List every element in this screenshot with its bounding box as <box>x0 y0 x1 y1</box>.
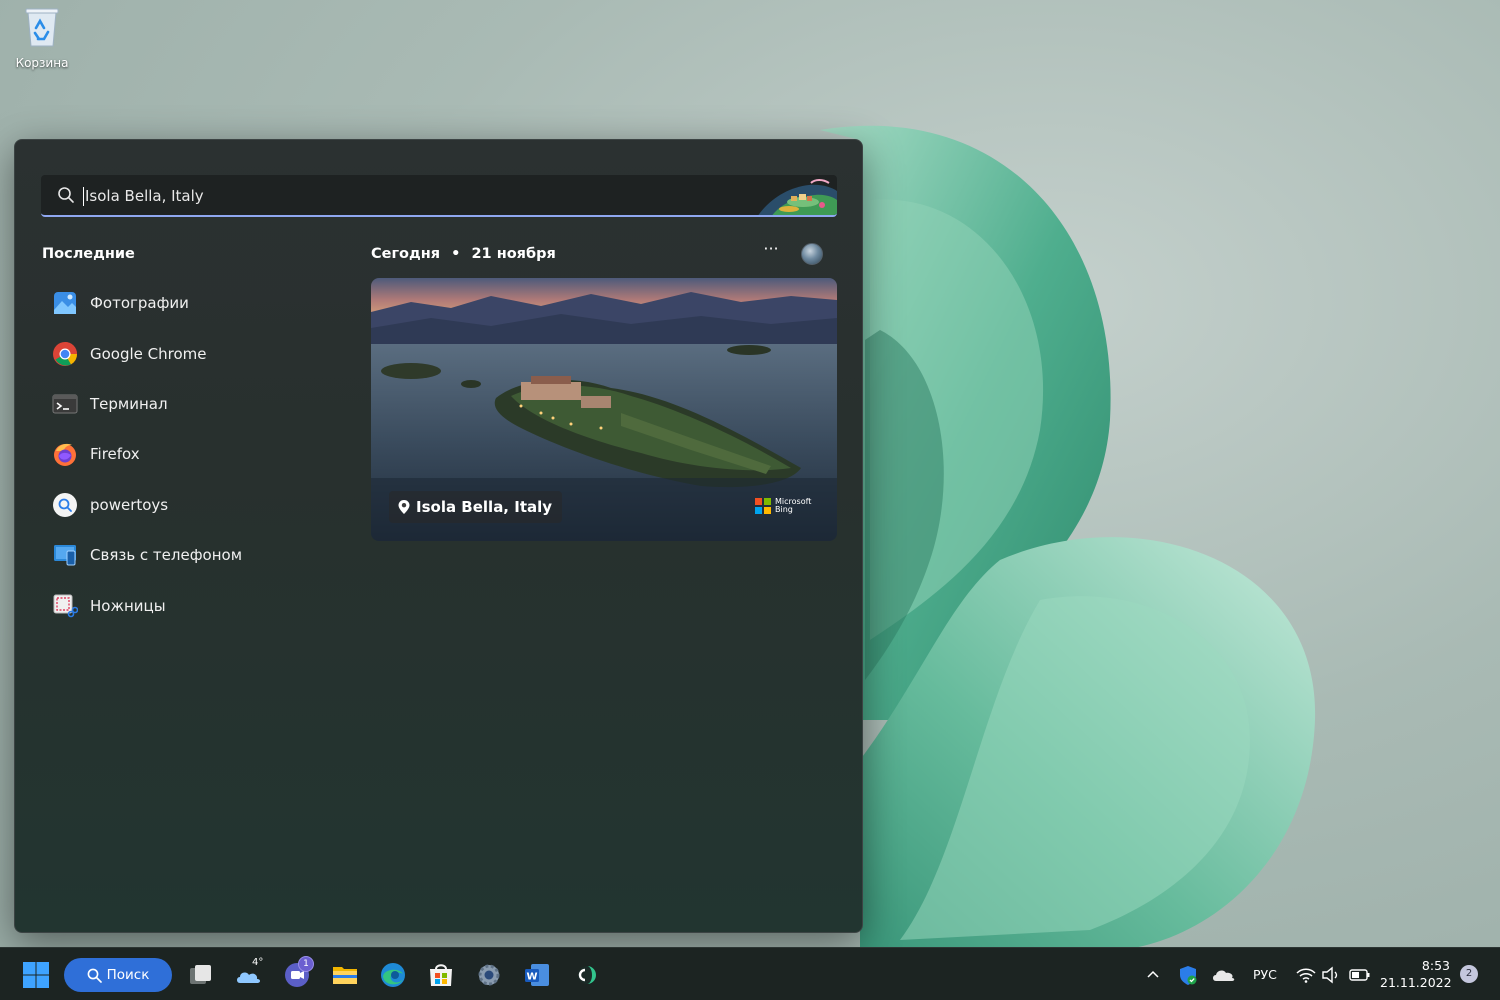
recent-item-label: Ножницы <box>90 596 166 615</box>
text-caret <box>83 187 84 206</box>
wifi-icon[interactable] <box>1294 961 1318 989</box>
recent-item-terminal[interactable]: Терминал <box>41 379 331 429</box>
phone-link-icon <box>54 545 76 566</box>
search-icon <box>58 187 74 203</box>
recycle-bin-label: Корзина <box>15 56 69 70</box>
today-separator: • <box>451 246 461 262</box>
security-shield-icon[interactable] <box>1176 961 1200 989</box>
settings-gear-icon[interactable] <box>475 961 503 989</box>
svg-text:W: W <box>526 972 537 983</box>
search-highlight-illustration <box>758 179 837 215</box>
search-icon <box>87 968 102 983</box>
recent-item-photos[interactable]: Фотографии <box>41 278 331 328</box>
word-icon[interactable]: W <box>523 961 551 989</box>
today-date: 21 ноября <box>471 246 556 262</box>
taskbar: Поиск 4° 1 W РУС 8:53 21.11.2022 2 <box>0 947 1500 1000</box>
location-pin-icon <box>398 500 410 514</box>
file-explorer-icon[interactable] <box>331 961 359 989</box>
recent-item-label: Фотографии <box>90 294 189 313</box>
firefox-icon <box>54 444 76 467</box>
recent-section-title: Последние <box>42 246 135 262</box>
search-box[interactable] <box>41 175 837 217</box>
chrome-icon <box>53 341 77 366</box>
clock-time: 8:53 <box>1421 958 1450 973</box>
volume-icon[interactable] <box>1320 961 1342 989</box>
search-panel: Последние Фотографии Google Chrome <box>14 139 863 933</box>
weather-temperature: 4° <box>252 957 264 968</box>
recent-item-label: powertoys <box>90 495 169 514</box>
location-label: Isola Bella, Italy <box>416 498 553 516</box>
recent-apps-list: Фотографии Google Chrome Терминал Firefo… <box>41 278 331 631</box>
bing-line-2: Bing <box>775 505 793 514</box>
recent-item-label: Google Chrome <box>90 344 207 363</box>
recent-item-phone-link[interactable]: Связь с телефоном <box>41 530 331 580</box>
system-clock[interactable]: 8:53 21.11.2022 <box>1380 957 1452 991</box>
recent-item-firefox[interactable]: Firefox <box>41 429 331 479</box>
chevron-up-icon[interactable] <box>1142 961 1164 989</box>
recycle-bin-shortcut[interactable]: Корзина <box>10 6 74 70</box>
recent-item-label: Терминал <box>90 394 168 413</box>
recent-item-snipping-tool[interactable]: Ножницы <box>41 580 331 630</box>
bing-highlight-card[interactable]: Isola Bella, Italy Microsoft Bing <box>371 278 837 541</box>
today-header: Сегодня • 21 ноября <box>371 246 556 262</box>
onedrive-cloud-icon[interactable] <box>1210 961 1236 989</box>
user-avatar[interactable] <box>801 243 823 265</box>
today-label: Сегодня <box>371 246 441 262</box>
microsoft-store-icon[interactable] <box>427 961 455 989</box>
microsoft-logo-icon <box>755 498 771 514</box>
taskbar-search-button[interactable]: Поиск <box>64 958 172 992</box>
recent-item-label: Связь с телефоном <box>90 546 243 565</box>
windows-start-icon[interactable] <box>22 961 50 989</box>
search-input[interactable] <box>85 181 725 211</box>
photos-icon <box>54 292 76 315</box>
more-options-button[interactable]: ··· <box>760 241 782 264</box>
edge-browser-icon[interactable] <box>379 961 407 989</box>
location-badge[interactable]: Isola Bella, Italy <box>389 491 563 523</box>
recent-item-powertoys[interactable]: powertoys <box>41 480 331 530</box>
chat-notification-badge: 1 <box>298 956 314 972</box>
taskbar-search-label: Поиск <box>106 967 150 983</box>
recent-item-label: Firefox <box>90 445 140 464</box>
snipping-tool-icon <box>53 594 78 617</box>
battery-icon[interactable] <box>1348 961 1372 989</box>
notification-center-badge[interactable]: 2 <box>1460 965 1478 983</box>
terminal-icon <box>52 394 78 414</box>
powertoys-icon <box>53 492 77 517</box>
input-language-indicator[interactable]: РУС <box>1253 967 1277 982</box>
recycle-bin-icon <box>25 8 59 47</box>
app-status-icon[interactable] <box>573 961 601 989</box>
task-view-icon[interactable] <box>187 961 215 989</box>
clock-date: 21.11.2022 <box>1380 975 1452 990</box>
microsoft-bing-logo: Microsoft Bing <box>755 498 811 514</box>
recent-item-chrome[interactable]: Google Chrome <box>41 328 331 378</box>
